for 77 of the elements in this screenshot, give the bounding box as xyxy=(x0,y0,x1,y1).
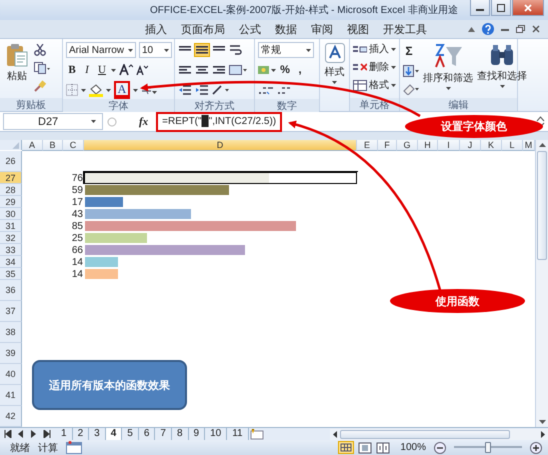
group-label: 剪贴板 xyxy=(16,98,46,112)
group-label: 字体 xyxy=(108,100,128,112)
styles-button[interactable]: 样式 xyxy=(324,41,344,84)
sheet-tab[interactable]: 4 xyxy=(106,428,122,440)
paste-button[interactable]: 粘贴 xyxy=(6,41,28,98)
cell-value: 25 xyxy=(72,232,83,244)
row-header[interactable]: 34 xyxy=(0,256,22,268)
number-format-field[interactable]: 常规 xyxy=(258,42,314,58)
row-header[interactable]: 40 xyxy=(0,364,22,385)
cells-menu-button[interactable]: 插入 xyxy=(353,41,396,57)
insert-function-button[interactable]: fx xyxy=(139,116,148,128)
note-box: 适用所有版本的函数效果 xyxy=(32,360,187,410)
row-header[interactable]: 27 xyxy=(0,172,22,184)
row-header[interactable]: 31 xyxy=(0,220,22,232)
column-header[interactable]: I xyxy=(438,140,460,151)
font-size-field[interactable]: 10 xyxy=(139,42,172,58)
autosum-button[interactable]: Σ xyxy=(403,44,415,59)
ribbon-tab[interactable]: 开发工具 xyxy=(376,20,434,38)
ribbon-tab[interactable]: 插入 xyxy=(138,20,174,38)
find-select-button[interactable]: 查找和选择 xyxy=(477,41,527,98)
comma-button[interactable]: , xyxy=(294,62,306,78)
row-header[interactable]: 32 xyxy=(0,232,22,244)
column-header[interactable]: L xyxy=(502,140,523,151)
column-header[interactable]: A xyxy=(22,140,43,151)
cell-value: 66 xyxy=(72,244,83,256)
percent-button[interactable]: % xyxy=(279,62,291,78)
cell-value: 76 xyxy=(72,172,83,184)
column-header[interactable]: H xyxy=(418,140,438,151)
cell-value: 17 xyxy=(72,196,83,208)
column-header[interactable]: B xyxy=(43,140,63,151)
cell-value: 14 xyxy=(72,256,83,268)
row-header[interactable]: 29 xyxy=(0,196,22,208)
column-header[interactable]: F xyxy=(378,140,397,151)
column-header[interactable]: E xyxy=(357,140,378,151)
cell-value: 59 xyxy=(72,184,83,196)
group-label: 对齐方式 xyxy=(194,100,234,112)
zoom-level[interactable]: 100% xyxy=(400,442,426,453)
column-header[interactable]: J xyxy=(460,140,481,151)
status-calculate: 计算 xyxy=(38,442,58,454)
cell-value: 14 xyxy=(72,268,83,280)
row-header[interactable]: 30 xyxy=(0,208,22,220)
column-header[interactable]: D xyxy=(84,140,357,151)
group-label: 编辑 xyxy=(448,98,468,112)
status-mode: 就绪 xyxy=(10,442,30,454)
row-header[interactable]: 41 xyxy=(0,385,22,406)
column-header[interactable]: M xyxy=(523,140,535,151)
row-header[interactable]: 35 xyxy=(0,268,22,280)
italic-button[interactable]: I xyxy=(81,62,93,78)
ribbon-tab[interactable]: 页面布局 xyxy=(174,20,232,38)
group-label: 数字 xyxy=(277,100,297,112)
ribbon-tab[interactable]: 审阅 xyxy=(304,20,340,38)
row-header[interactable]: 36 xyxy=(0,280,22,301)
window-title: OFFICE-EXCEL-案例-2007版-开始-样式 - Microsoft Excel 非商业用途 xyxy=(150,4,458,17)
ribbon-tab[interactable]: 数据 xyxy=(268,20,304,38)
row-header[interactable]: 28 xyxy=(0,184,22,196)
formula-field[interactable]: =REPT("█",INT(C27/2.5)) xyxy=(162,116,276,127)
column-header[interactable]: K xyxy=(481,140,502,151)
ribbon-tab[interactable]: 视图 xyxy=(340,20,376,38)
sort-filter-button[interactable]: 排序和筛选 xyxy=(423,41,473,98)
cell-value: 85 xyxy=(72,220,83,232)
cells-menu-button[interactable]: 删除 xyxy=(353,59,396,75)
group-label: 单元格 xyxy=(360,98,390,112)
row-header[interactable]: 26 xyxy=(0,151,22,172)
bold-button[interactable]: B xyxy=(66,62,78,78)
row-header[interactable]: 42 xyxy=(0,406,22,427)
underline-button[interactable]: U xyxy=(96,62,108,78)
row-header[interactable]: 39 xyxy=(0,343,22,364)
cell-value: 43 xyxy=(72,208,83,220)
ribbon-tab[interactable]: 公式 xyxy=(232,20,268,38)
font-name-field[interactable]: Arial Narrow xyxy=(66,42,136,58)
name-box[interactable]: D27 xyxy=(3,113,103,130)
row-header[interactable]: 37 xyxy=(0,301,22,322)
row-header[interactable]: 38 xyxy=(0,322,22,343)
row-header[interactable]: 33 xyxy=(0,244,22,256)
column-header[interactable]: G xyxy=(397,140,418,151)
column-header[interactable]: C xyxy=(63,140,84,151)
cells-menu-button[interactable]: 格式 xyxy=(353,77,396,93)
